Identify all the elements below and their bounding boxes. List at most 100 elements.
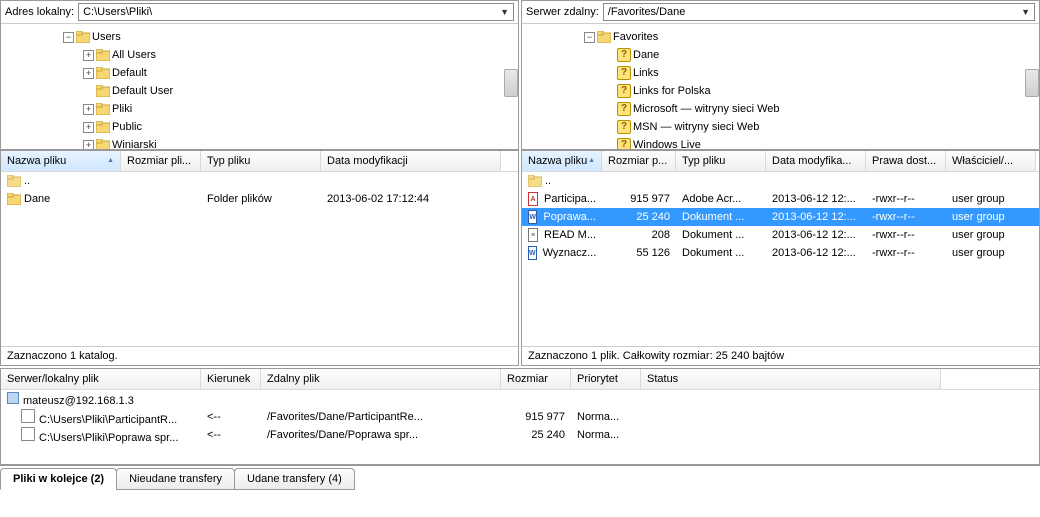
unknown-icon: ? bbox=[617, 66, 631, 80]
queue-checkbox[interactable] bbox=[21, 427, 35, 441]
expand-icon[interactable]: + bbox=[83, 122, 94, 133]
file-name: Poprawa... bbox=[543, 211, 596, 223]
file-row[interactable]: .. bbox=[1, 172, 518, 190]
folder-icon bbox=[76, 31, 90, 43]
tree-node-label[interactable]: Winiarski bbox=[112, 136, 157, 149]
file-size bbox=[121, 198, 201, 200]
tab[interactable]: Udane transfery (4) bbox=[234, 468, 355, 490]
column-header[interactable]: Typ pliku bbox=[676, 151, 766, 171]
file-row[interactable]: DaneFolder plików2013-06-02 17:12:44 bbox=[1, 190, 518, 208]
tree-node-label[interactable]: Favorites bbox=[613, 28, 658, 46]
file-date: 2013-06-12 12:... bbox=[766, 210, 866, 224]
docx-icon: W bbox=[528, 246, 537, 260]
chevron-down-icon[interactable]: ▼ bbox=[500, 7, 509, 17]
remote-file-list: Nazwa plikuRozmiar p...Typ plikuData mod… bbox=[521, 150, 1040, 366]
scrollbar-thumb[interactable] bbox=[1025, 69, 1039, 97]
folder-icon bbox=[96, 85, 110, 97]
local-path-field[interactable]: C:\Users\Pliki\ ▼ bbox=[78, 3, 514, 21]
transfer-queue: Serwer/lokalny plikKierunekZdalny plikRo… bbox=[0, 368, 1040, 465]
expand-icon[interactable]: + bbox=[83, 104, 94, 115]
tab[interactable]: Nieudane transfery bbox=[116, 468, 235, 490]
tree-node-label[interactable]: Public bbox=[112, 118, 142, 136]
expand-spacer bbox=[83, 86, 94, 97]
file-row[interactable]: WWyznacz...55 126Dokument ...2013-06-12 … bbox=[522, 244, 1039, 262]
folder-icon bbox=[96, 67, 110, 79]
remote-path-field[interactable]: /Favorites/Dane ▼ bbox=[603, 3, 1035, 21]
queue-checkbox[interactable] bbox=[21, 409, 35, 423]
collapse-icon[interactable]: − bbox=[63, 32, 74, 43]
column-header[interactable]: Serwer/lokalny plik bbox=[1, 369, 201, 389]
file-type: Dokument ... bbox=[676, 228, 766, 242]
chevron-down-icon[interactable]: ▼ bbox=[1021, 7, 1030, 17]
local-address-bar: Adres lokalny: C:\Users\Pliki\ ▼ bbox=[1, 1, 518, 24]
scrollbar-thumb[interactable] bbox=[504, 69, 518, 97]
queue-item-row[interactable]: C:\Users\Pliki\ParticipantR...<--/Favori… bbox=[1, 408, 1039, 426]
column-header[interactable]: Rozmiar pli... bbox=[121, 151, 201, 171]
column-header[interactable]: Data modyfikacji bbox=[321, 151, 501, 171]
collapse-icon[interactable]: − bbox=[584, 32, 595, 43]
tree-node-label[interactable]: Links bbox=[633, 64, 659, 82]
folder-icon bbox=[96, 49, 110, 61]
tree-node-label[interactable]: Default bbox=[112, 64, 147, 82]
column-header[interactable]: Nazwa pliku bbox=[1, 151, 121, 171]
local-tree[interactable]: − Users + All Users + DefaultDefault User + P… bbox=[1, 24, 518, 149]
file-permissions: -rwxr--r-- bbox=[866, 246, 946, 260]
tree-node-label[interactable]: All Users bbox=[112, 46, 156, 64]
local-address-label: Adres lokalny: bbox=[5, 6, 74, 18]
queue-direction: <-- bbox=[201, 410, 261, 424]
column-header[interactable]: Nazwa pliku bbox=[522, 151, 602, 171]
column-header[interactable]: Kierunek bbox=[201, 369, 261, 389]
column-header[interactable]: Priorytet bbox=[571, 369, 641, 389]
tree-node-label[interactable]: MSN — witryny sieci Web bbox=[633, 118, 759, 136]
expand-icon[interactable]: + bbox=[83, 68, 94, 79]
unknown-icon: ? bbox=[617, 102, 631, 116]
column-header[interactable]: Prawa dost... bbox=[866, 151, 946, 171]
column-header[interactable]: Rozmiar p... bbox=[602, 151, 676, 171]
expand-icon[interactable]: + bbox=[83, 140, 94, 150]
file-row[interactable]: AParticipa...915 977Adobe Acr...2013-06-… bbox=[522, 190, 1039, 208]
file-owner: user group bbox=[946, 210, 1036, 224]
file-size: 208 bbox=[602, 228, 676, 242]
file-name: Dane bbox=[24, 193, 50, 205]
column-header[interactable]: Data modyfika... bbox=[766, 151, 866, 171]
queue-size: 915 977 bbox=[501, 410, 571, 424]
file-type: Dokument ... bbox=[676, 246, 766, 260]
expand-icon[interactable]: + bbox=[83, 50, 94, 61]
column-header[interactable]: Zdalny plik bbox=[261, 369, 501, 389]
queue-priority: Norma... bbox=[571, 428, 641, 442]
remote-path-text[interactable]: /Favorites/Dane bbox=[608, 6, 1021, 18]
remote-pane: Serwer zdalny: /Favorites/Dane ▼ − Favor… bbox=[521, 0, 1040, 150]
tree-node-label[interactable]: Links for Polska bbox=[633, 82, 711, 100]
tree-node-label[interactable]: Microsoft — witryny sieci Web bbox=[633, 100, 780, 118]
folder-icon bbox=[528, 175, 542, 187]
file-name: Participa... bbox=[544, 193, 596, 205]
queue-host-row[interactable]: mateusz@192.168.1.3 bbox=[1, 390, 1039, 408]
file-owner: user group bbox=[946, 192, 1036, 206]
file-owner bbox=[946, 180, 1036, 182]
tab[interactable]: Pliki w kolejce (2) bbox=[0, 468, 117, 490]
file-size: 55 126 bbox=[602, 246, 676, 260]
file-type bbox=[676, 180, 766, 182]
file-row[interactable]: WPoprawa...25 240Dokument ...2013-06-12 … bbox=[522, 208, 1039, 226]
column-header[interactable]: Status bbox=[641, 369, 941, 389]
column-header[interactable]: Właściciel/... bbox=[946, 151, 1036, 171]
tree-node-label[interactable]: Dane bbox=[633, 46, 659, 64]
file-row[interactable]: .. bbox=[522, 172, 1039, 190]
bottom-tabs: Pliki w kolejce (2)Nieudane transferyUda… bbox=[0, 465, 1040, 489]
tree-node-label[interactable]: Pliki bbox=[112, 100, 132, 118]
tree-node-label[interactable]: Windows Live bbox=[633, 136, 701, 149]
queue-item-row[interactable]: C:\Users\Pliki\Poprawa spr...<--/Favorit… bbox=[1, 426, 1039, 444]
file-type: Folder plików bbox=[201, 192, 321, 206]
server-icon bbox=[7, 392, 19, 404]
column-header[interactable]: Rozmiar bbox=[501, 369, 571, 389]
local-path-text[interactable]: C:\Users\Pliki\ bbox=[83, 6, 500, 18]
folder-icon bbox=[96, 121, 110, 133]
file-owner: user group bbox=[946, 228, 1036, 242]
remote-tree[interactable]: − Favorites ?Dane?Links?Links for Polska… bbox=[522, 24, 1039, 149]
tree-node-label[interactable]: Default User bbox=[112, 82, 173, 100]
expand-spacer bbox=[604, 122, 615, 133]
tree-node-label[interactable]: Users bbox=[92, 28, 121, 46]
file-name: READ M... bbox=[544, 229, 596, 241]
file-row[interactable]: ≡READ M...208Dokument ...2013-06-12 12:.… bbox=[522, 226, 1039, 244]
column-header[interactable]: Typ pliku bbox=[201, 151, 321, 171]
